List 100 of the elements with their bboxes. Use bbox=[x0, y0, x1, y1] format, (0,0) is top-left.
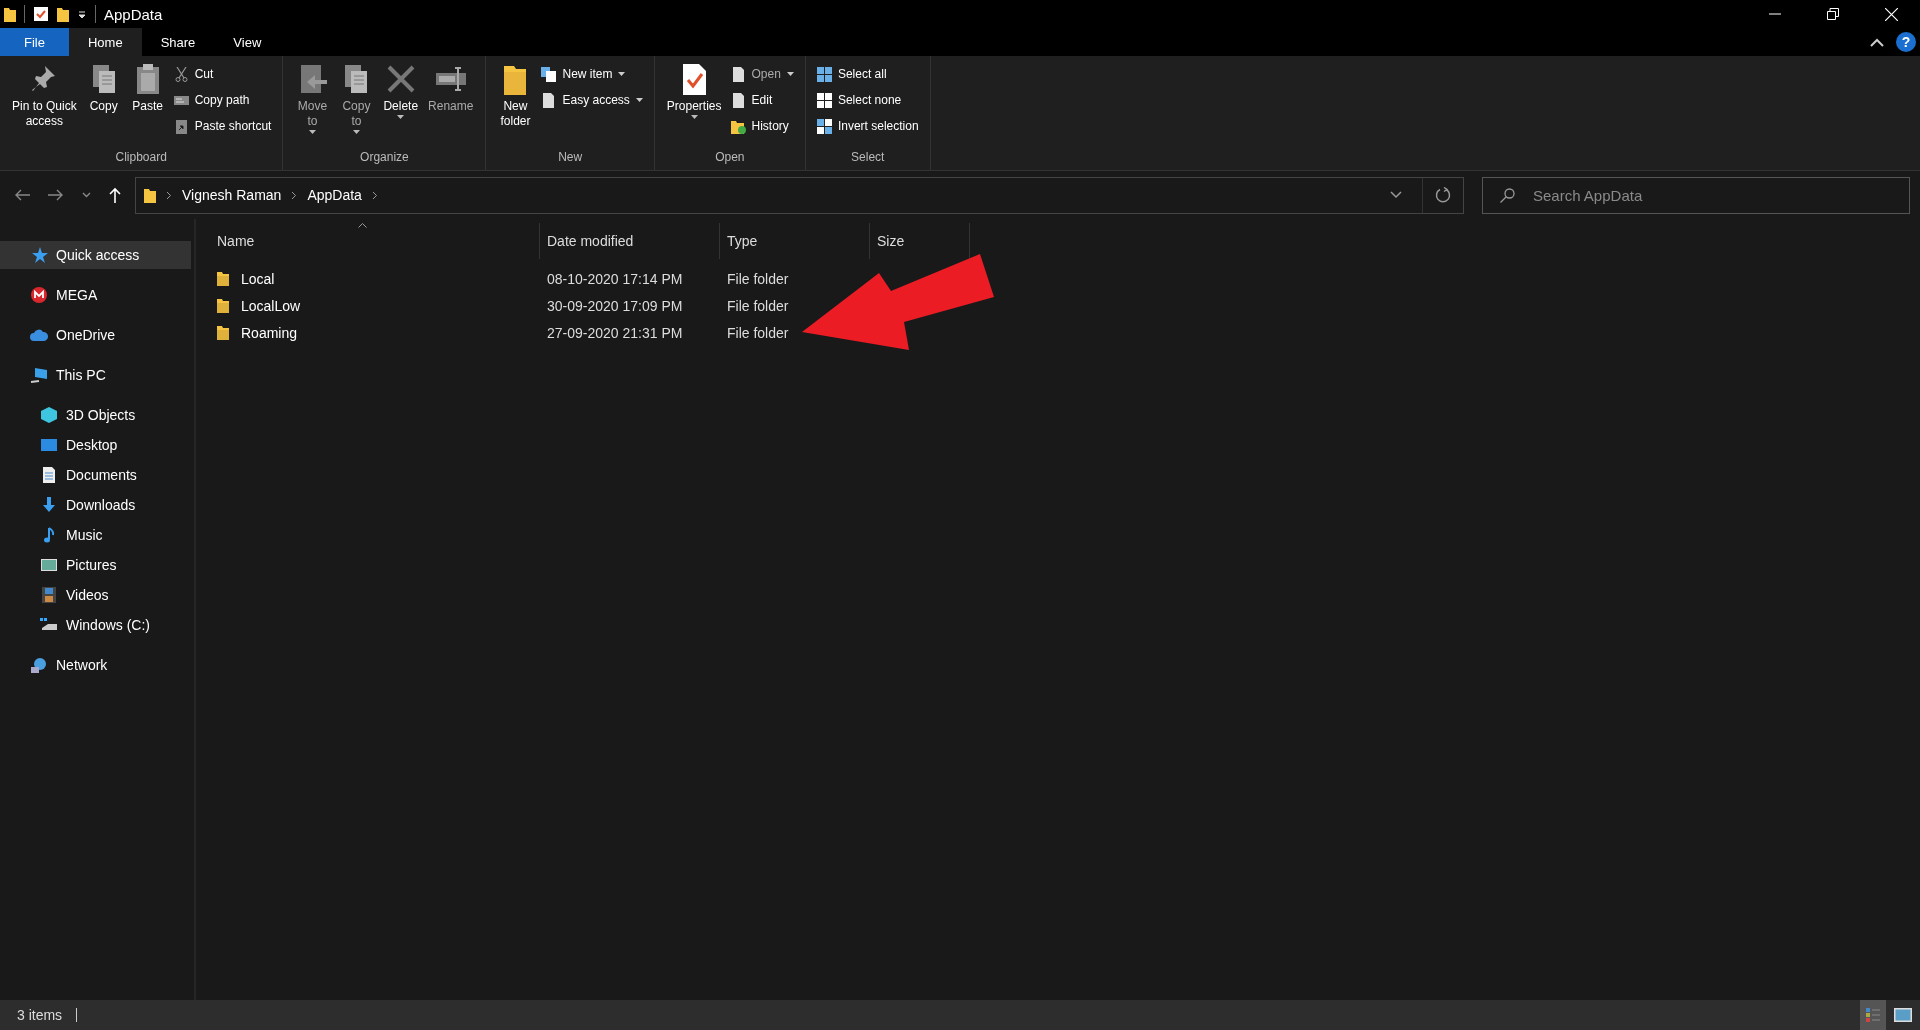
ribbon-button[interactable]: History bbox=[727, 113, 797, 139]
breadcrumb[interactable]: AppData bbox=[307, 187, 362, 203]
download-icon bbox=[40, 496, 58, 514]
ribbon-button[interactable]: Paste bbox=[126, 59, 169, 117]
close-icon[interactable] bbox=[1885, 7, 1898, 21]
ribbon-button[interactable]: Copy path bbox=[170, 87, 275, 113]
doc-icon bbox=[730, 92, 746, 108]
collapse-ribbon-icon[interactable] bbox=[1870, 37, 1884, 47]
file-type: File folder bbox=[727, 297, 789, 314]
date-modified: 08-10-2020 17:14 PM bbox=[547, 270, 683, 287]
customize-caret-icon[interactable] bbox=[77, 9, 87, 19]
up-arrow-icon[interactable] bbox=[109, 187, 121, 203]
nav-item[interactable]: MEGA bbox=[0, 281, 191, 309]
group-label: Select bbox=[850, 150, 886, 166]
nav-item[interactable]: Downloads bbox=[0, 491, 191, 519]
nav-item[interactable]: Desktop bbox=[0, 431, 191, 459]
file-name[interactable]: Local bbox=[241, 270, 275, 287]
new-folder-icon[interactable] bbox=[57, 6, 69, 22]
large-icons-view-icon bbox=[1894, 1008, 1912, 1022]
nav-item[interactable]: Documents bbox=[0, 461, 191, 489]
details-view-icon bbox=[1865, 1007, 1881, 1023]
doc-icon bbox=[730, 66, 746, 82]
restore-icon[interactable] bbox=[1827, 8, 1839, 20]
ribbon-button[interactable]: Properties bbox=[662, 59, 726, 122]
window-title: AppData bbox=[104, 5, 163, 23]
chevron-down-icon[interactable] bbox=[1390, 191, 1402, 199]
pictures-icon bbox=[40, 556, 58, 574]
scissors-icon bbox=[173, 66, 189, 82]
ribbon-button[interactable]: Pin to Quick access bbox=[8, 59, 81, 132]
group-label: Organize bbox=[359, 150, 410, 166]
ribbon-tab[interactable]: Share bbox=[141, 28, 215, 56]
nav-item[interactable]: Pictures bbox=[0, 551, 191, 579]
properties-icon[interactable] bbox=[33, 6, 49, 22]
nav-item[interactable]: 3D Objects bbox=[0, 401, 191, 429]
chevron-right-icon bbox=[166, 190, 172, 200]
network-icon bbox=[30, 656, 48, 674]
ribbon-button[interactable]: New item bbox=[538, 61, 646, 87]
refresh-icon[interactable] bbox=[1435, 187, 1451, 203]
column-header[interactable]: Date modified bbox=[540, 223, 720, 259]
ribbon-button[interactable]: New folder bbox=[494, 59, 537, 132]
mega-icon bbox=[30, 286, 48, 304]
help-icon[interactable]: ? bbox=[1896, 32, 1916, 52]
back-arrow-icon[interactable] bbox=[14, 189, 30, 201]
file-name[interactable]: Roaming bbox=[241, 324, 298, 341]
doc-icon bbox=[541, 92, 557, 108]
item-count: 3 items bbox=[17, 1007, 63, 1023]
search-icon bbox=[1500, 187, 1515, 203]
cube-icon bbox=[40, 406, 58, 424]
nav-item[interactable]: Windows (C:) bbox=[0, 611, 191, 639]
nav-item[interactable]: Quick access bbox=[0, 241, 191, 269]
star-icon bbox=[30, 246, 48, 264]
file-type: File folder bbox=[727, 324, 789, 341]
ribbon-button[interactable]: Paste shortcut bbox=[170, 113, 275, 139]
chevron-right-icon bbox=[291, 190, 298, 200]
column-header[interactable]: Type bbox=[720, 223, 870, 259]
pc-icon bbox=[30, 366, 48, 384]
date-modified: 30-09-2020 17:09 PM bbox=[547, 297, 683, 314]
shortcut-icon bbox=[173, 118, 189, 134]
chevron-right-icon bbox=[371, 190, 378, 200]
file-type: File folder bbox=[727, 270, 789, 287]
group-label: Clipboard bbox=[114, 150, 168, 166]
date-modified: 27-09-2020 21:31 PM bbox=[547, 324, 683, 341]
ribbon-button[interactable]: Select none bbox=[813, 87, 922, 113]
breadcrumb[interactable]: Vignesh Raman bbox=[182, 187, 282, 203]
file-name[interactable]: LocalLow bbox=[241, 297, 301, 314]
folder-icon bbox=[144, 187, 156, 203]
search-field[interactable]: Search AppData bbox=[1482, 176, 1910, 214]
sort-up-icon bbox=[358, 223, 368, 228]
forward-arrow-icon[interactable] bbox=[48, 189, 64, 201]
ribbon-tab[interactable]: View bbox=[214, 28, 281, 56]
nav-item[interactable]: This PC bbox=[0, 361, 191, 389]
column-header[interactable]: Name bbox=[210, 223, 540, 259]
folder-icon bbox=[4, 6, 16, 22]
ribbon-button[interactable]: Easy access bbox=[538, 87, 646, 113]
doc-icon bbox=[40, 466, 58, 484]
desktop-icon bbox=[40, 436, 58, 454]
ribbon-button[interactable]: Select all bbox=[813, 61, 922, 87]
group-label: Open bbox=[714, 150, 746, 166]
group-label: New bbox=[557, 150, 584, 166]
nav-item[interactable]: Network bbox=[0, 651, 191, 679]
ribbon-button[interactable]: Edit bbox=[727, 87, 797, 113]
ribbon-button[interactable]: Copy bbox=[82, 59, 125, 117]
nav-item[interactable]: Videos bbox=[0, 581, 191, 609]
ribbon-button[interactable]: Delete bbox=[379, 59, 423, 122]
folder-icon bbox=[217, 271, 229, 286]
folder-icon bbox=[217, 298, 229, 313]
nav-item[interactable]: OneDrive bbox=[0, 321, 191, 349]
videos-icon bbox=[40, 586, 58, 604]
ribbon-button[interactable]: Cut bbox=[170, 61, 275, 87]
chevron-down-icon[interactable] bbox=[82, 192, 91, 198]
ribbon-tab[interactable]: Home bbox=[68, 28, 142, 56]
newitem-icon bbox=[541, 66, 557, 82]
nav-item[interactable]: Music bbox=[0, 521, 191, 549]
grid-icon bbox=[816, 66, 832, 82]
folder-icon bbox=[217, 325, 229, 340]
address-bar[interactable]: Vignesh Raman AppData bbox=[135, 176, 1464, 214]
grid-icon bbox=[816, 92, 832, 108]
ribbon-button[interactable]: Invert selection bbox=[813, 113, 922, 139]
ribbon-tab[interactable]: File bbox=[0, 28, 69, 56]
history-icon bbox=[730, 118, 746, 134]
